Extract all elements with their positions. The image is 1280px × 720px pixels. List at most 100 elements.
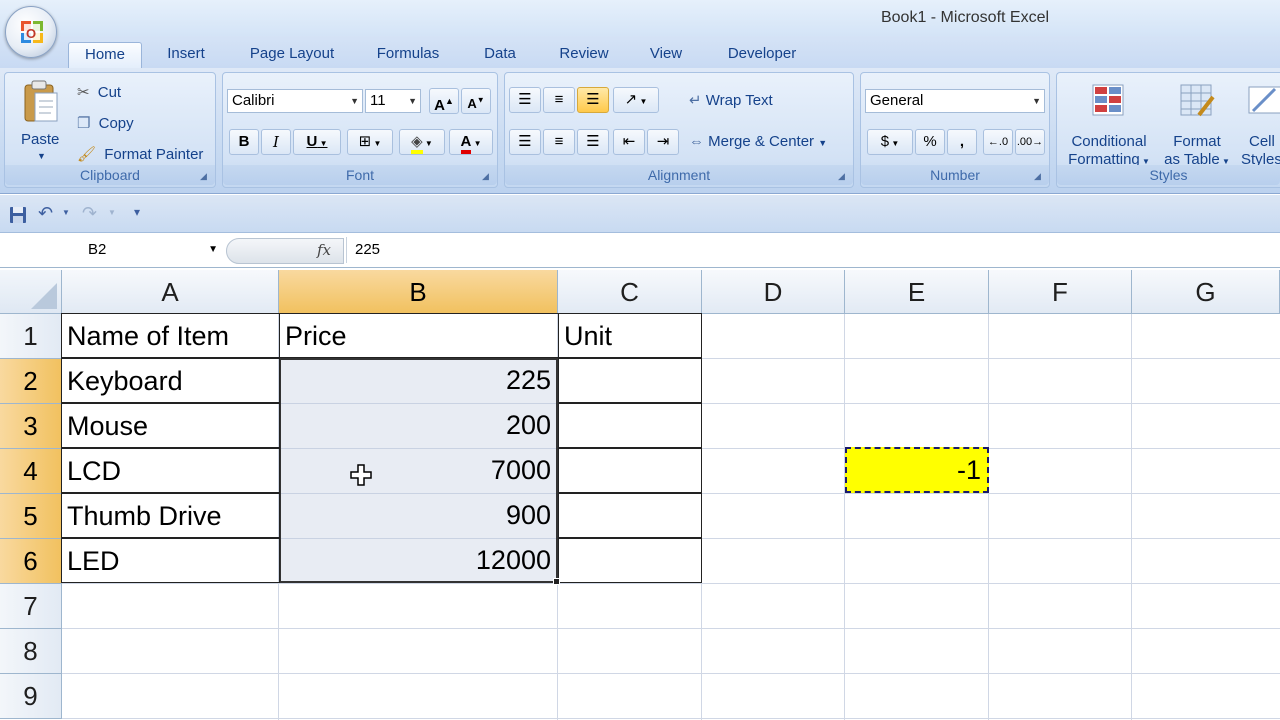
- increase-indent-button[interactable]: ⇥: [647, 129, 679, 155]
- fill-handle[interactable]: [553, 578, 560, 585]
- cell-b6[interactable]: 12000: [280, 538, 557, 583]
- cell-a6[interactable]: LED: [61, 538, 280, 583]
- cell-e4-copied[interactable]: -1: [845, 447, 989, 493]
- cell-c4[interactable]: [558, 448, 702, 493]
- format-as-table-button[interactable]: Format as Table ▼: [1157, 81, 1237, 171]
- column-header-d[interactable]: D: [702, 270, 845, 314]
- align-middle-button[interactable]: ≡: [543, 87, 575, 113]
- cell-c6[interactable]: [558, 538, 702, 583]
- italic-button[interactable]: I: [261, 129, 291, 155]
- align-right-button[interactable]: ☰: [577, 129, 609, 155]
- cell-styles-icon: [1248, 86, 1280, 114]
- dialog-launcher-icon[interactable]: ◢: [838, 171, 849, 182]
- cell-a5[interactable]: Thumb Drive: [61, 493, 280, 538]
- format-painter-button[interactable]: 🖌 Format Painter: [77, 145, 203, 163]
- decrease-indent-button[interactable]: ⇤: [613, 129, 645, 155]
- cell-a4[interactable]: LCD: [61, 448, 280, 493]
- cell-c1[interactable]: Unit: [558, 313, 702, 358]
- redo-icon[interactable]: ↷: [82, 203, 97, 224]
- row-header-3[interactable]: 3: [0, 404, 62, 449]
- cell-b3[interactable]: 200: [280, 403, 557, 448]
- column-header-f[interactable]: F: [989, 270, 1132, 314]
- percent-button[interactable]: %: [915, 129, 945, 155]
- tab-data[interactable]: Data: [472, 42, 528, 68]
- save-icon[interactable]: [8, 205, 28, 225]
- chevron-down-icon: ▼: [637, 97, 648, 106]
- grow-font-button[interactable]: A▲: [429, 88, 459, 114]
- row-header-4[interactable]: 4: [0, 449, 62, 494]
- column-header-c[interactable]: C: [558, 270, 702, 314]
- cell-b4[interactable]: 7000: [280, 448, 557, 493]
- column-header-e[interactable]: E: [845, 270, 989, 314]
- customize-qat-icon[interactable]: ▾: [134, 205, 140, 219]
- underline-button[interactable]: U ▼: [293, 129, 341, 155]
- cell-c5[interactable]: [558, 493, 702, 538]
- row-header-5[interactable]: 5: [0, 494, 62, 539]
- dialog-launcher-icon[interactable]: ◢: [1034, 171, 1045, 182]
- font-size-combo[interactable]: 11 ▼: [365, 89, 421, 113]
- column-header-b[interactable]: B: [279, 270, 558, 314]
- cell-c3[interactable]: [558, 403, 702, 448]
- tab-home[interactable]: Home: [68, 42, 142, 68]
- format-table-icon: [1180, 84, 1215, 117]
- merge-center-button[interactable]: ⇔ Merge & Center ▼: [689, 133, 827, 150]
- cell-b5[interactable]: 900: [280, 493, 557, 538]
- fill-color-button[interactable]: ◈ ▼: [399, 129, 445, 155]
- dialog-launcher-icon[interactable]: ◢: [200, 171, 211, 182]
- cut-button[interactable]: ✂ Cut: [77, 83, 121, 101]
- office-button[interactable]: O: [5, 6, 57, 58]
- copy-button[interactable]: ❐ Copy: [77, 114, 134, 132]
- number-format-combo[interactable]: General ▼: [865, 89, 1045, 113]
- paste-button[interactable]: Paste ▼: [13, 79, 71, 169]
- select-all-icon: [31, 283, 57, 309]
- row-header-7[interactable]: 7: [0, 584, 62, 629]
- select-all-button[interactable]: [0, 270, 62, 314]
- cell-a2[interactable]: Keyboard: [61, 358, 280, 403]
- wrap-text-icon: ↵: [689, 92, 702, 109]
- column-header-a[interactable]: A: [62, 270, 279, 314]
- accounting-format-button[interactable]: $ ▼: [867, 129, 913, 155]
- increase-decimal-button[interactable]: ←.0: [983, 129, 1013, 155]
- font-name-combo[interactable]: Calibri ▼: [227, 89, 363, 113]
- cell-a3[interactable]: Mouse: [61, 403, 280, 448]
- shrink-font-button[interactable]: A▼: [461, 88, 491, 114]
- align-center-button[interactable]: ≡: [543, 129, 575, 155]
- row-header-2[interactable]: 2: [0, 359, 62, 404]
- tab-review[interactable]: Review: [548, 42, 620, 68]
- undo-icon[interactable]: ↶: [38, 203, 53, 224]
- orientation-button[interactable]: ↗ ▼: [613, 87, 659, 113]
- comma-style-button[interactable]: ,: [947, 129, 977, 155]
- tab-view[interactable]: View: [638, 42, 694, 68]
- worksheet-grid[interactable]: A B C D E F G 1 2 3 4 5 6 7 8 9 Name of …: [0, 270, 1280, 720]
- align-top-button[interactable]: ☰: [509, 87, 541, 113]
- borders-button[interactable]: ⊞ ▼: [347, 129, 393, 155]
- tab-insert[interactable]: Insert: [152, 42, 220, 68]
- wrap-text-button[interactable]: ↵ Wrap Text: [689, 91, 773, 109]
- font-color-button[interactable]: A ▼: [449, 129, 493, 155]
- insert-function-icon[interactable]: fx: [317, 241, 331, 259]
- cell-styles-button[interactable]: Cell Styles: [1239, 81, 1280, 171]
- bold-button[interactable]: B: [229, 129, 259, 155]
- chevron-down-icon[interactable]: ▼: [62, 208, 70, 217]
- chevron-down-icon[interactable]: ▼: [108, 208, 116, 217]
- column-header-g[interactable]: G: [1132, 270, 1280, 314]
- cell-b2[interactable]: 225: [280, 358, 557, 403]
- tab-formulas[interactable]: Formulas: [364, 42, 452, 68]
- row-header-8[interactable]: 8: [0, 629, 62, 674]
- row-header-9[interactable]: 9: [0, 674, 62, 719]
- cell-c2[interactable]: [558, 358, 702, 403]
- cell-a1[interactable]: Name of Item: [61, 313, 280, 358]
- decrease-decimal-button[interactable]: .00→: [1015, 129, 1045, 155]
- window-title: Book1 - Microsoft Excel: [880, 9, 1050, 26]
- formula-input[interactable]: 225: [346, 237, 1276, 263]
- tab-page-layout[interactable]: Page Layout: [236, 42, 348, 68]
- align-bottom-button[interactable]: ☰: [577, 87, 609, 113]
- cell-b1[interactable]: Price: [279, 313, 559, 358]
- tab-developer[interactable]: Developer: [714, 42, 810, 68]
- row-header-1[interactable]: 1: [0, 314, 62, 359]
- name-box[interactable]: B2 ▼: [2, 237, 222, 263]
- align-left-button[interactable]: ☰: [509, 129, 541, 155]
- row-header-6[interactable]: 6: [0, 539, 62, 584]
- dialog-launcher-icon[interactable]: ◢: [482, 171, 493, 182]
- conditional-formatting-button[interactable]: Conditional Formatting ▼: [1063, 81, 1155, 171]
